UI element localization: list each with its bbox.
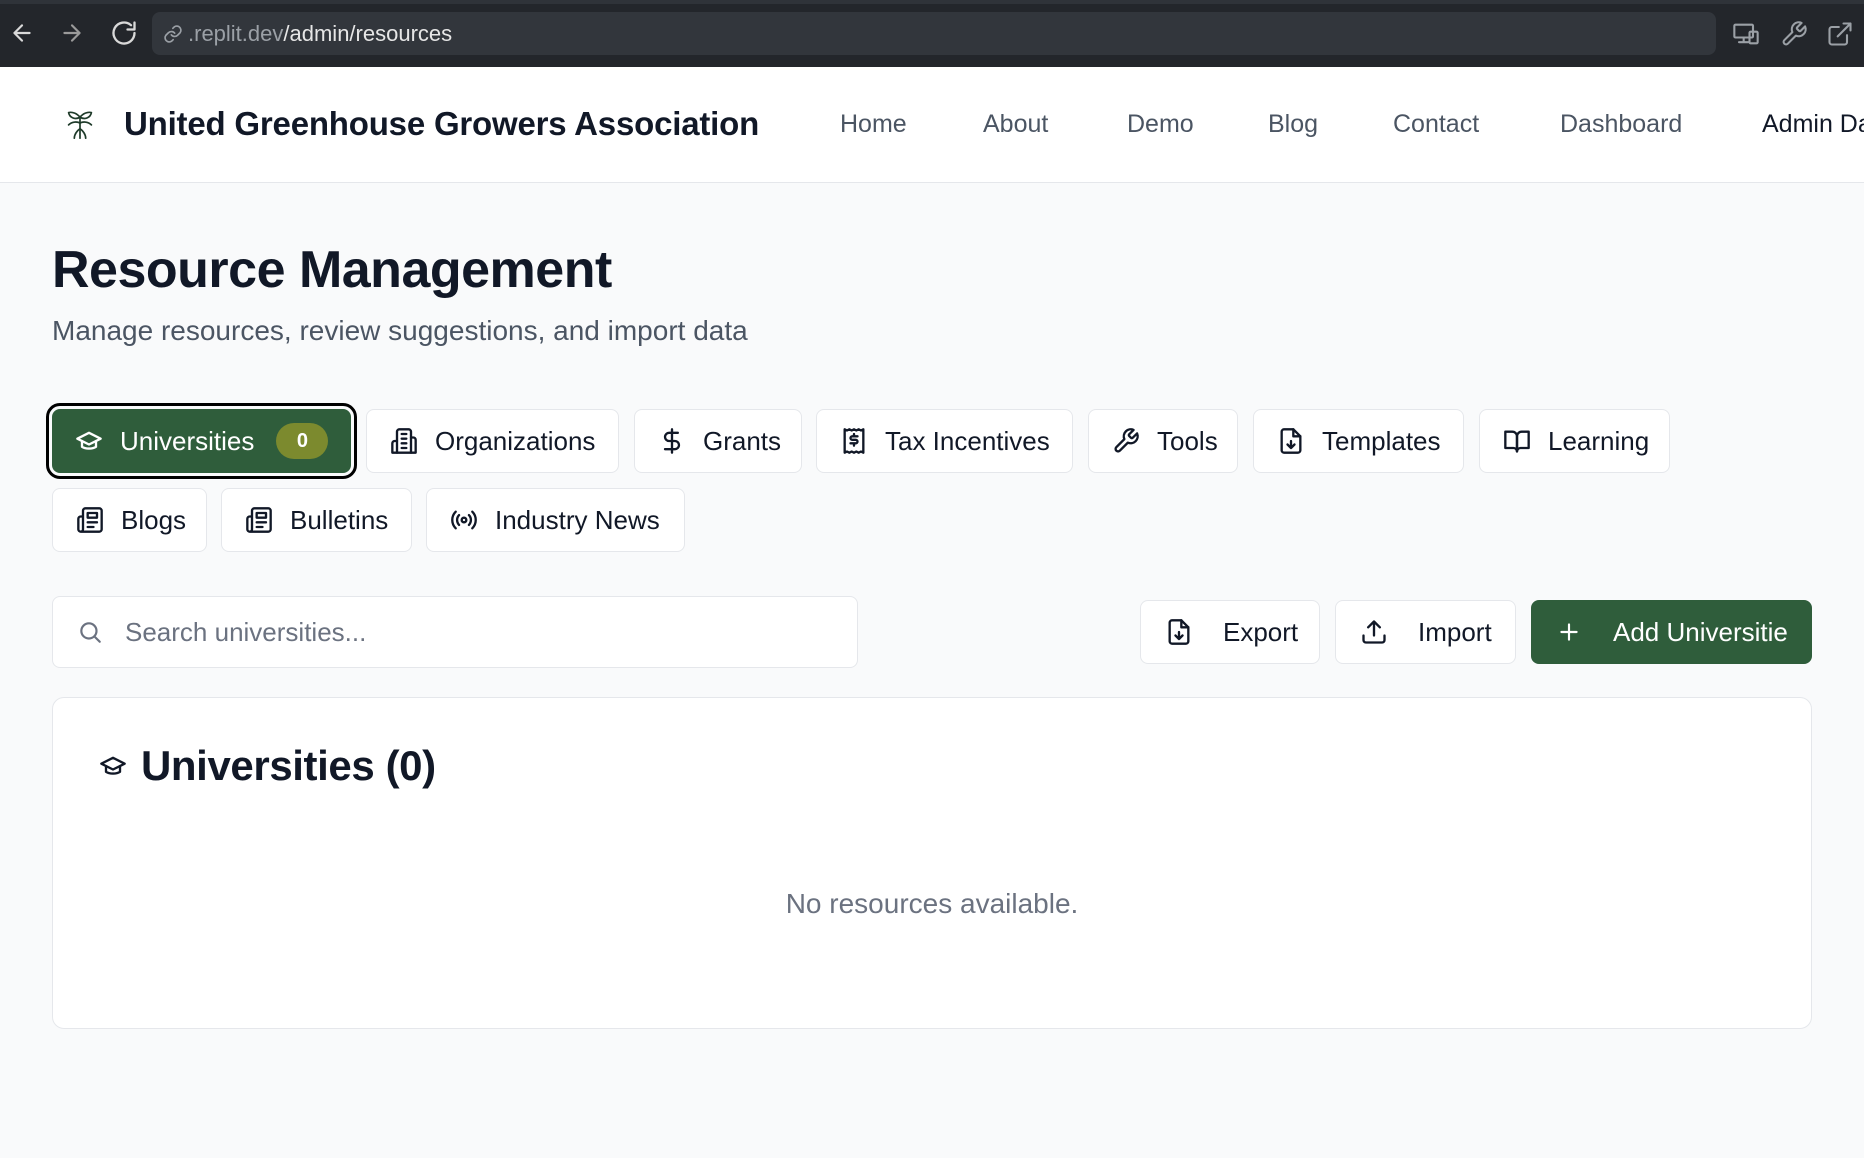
site-brand[interactable]: United Greenhouse Growers Association xyxy=(124,105,759,143)
dollar-icon xyxy=(657,426,687,456)
browser-toolbar: .replit.dev/admin/resources xyxy=(0,0,1864,67)
nav-demo[interactable]: Demo xyxy=(1127,110,1194,139)
tab-learning[interactable]: Learning xyxy=(1479,409,1670,473)
forward-button[interactable] xyxy=(56,17,88,49)
tab-label: Templates xyxy=(1322,425,1441,456)
devices-icon xyxy=(1733,23,1759,45)
empty-state-message: No resources available. xyxy=(785,888,1079,919)
search-icon xyxy=(75,617,105,647)
plus-icon xyxy=(1553,616,1585,648)
file-download-icon xyxy=(1276,426,1306,456)
wrench-icon xyxy=(1782,21,1807,46)
external-link-icon xyxy=(1828,22,1852,46)
import-button[interactable]: Import xyxy=(1335,600,1516,664)
tab-blogs[interactable]: Blogs xyxy=(52,488,207,552)
export-label: Export xyxy=(1223,616,1299,647)
back-button[interactable] xyxy=(6,17,38,49)
tab-label: Tax Incentives xyxy=(885,425,1050,456)
tab-label: Tools xyxy=(1157,425,1218,456)
browser-tab-strip xyxy=(0,0,1864,4)
association-logo[interactable] xyxy=(60,103,100,143)
receipt-icon xyxy=(839,426,869,456)
tab-grants[interactable]: Grants xyxy=(634,409,802,473)
tab-universities[interactable]: Universities 0 xyxy=(46,403,357,479)
url-host: .replit.dev xyxy=(188,20,284,46)
tab-label: Organizations xyxy=(435,425,596,456)
reload-icon xyxy=(112,21,136,45)
plant-logo-icon xyxy=(67,111,93,140)
radio-icon xyxy=(449,505,479,535)
tab-organizations[interactable]: Organizations xyxy=(366,409,619,473)
import-label: Import xyxy=(1418,616,1492,647)
upload-icon xyxy=(1358,616,1390,648)
arrow-left-icon xyxy=(13,24,31,42)
reload-button[interactable] xyxy=(108,17,140,49)
newspaper-icon xyxy=(75,505,105,535)
tab-label: Bulletins xyxy=(290,504,389,535)
tab-tools[interactable]: Tools xyxy=(1088,409,1238,473)
book-open-icon xyxy=(1502,426,1532,456)
add-label: Add Universitie xyxy=(1613,616,1788,647)
page-title: Resource Management xyxy=(52,241,612,299)
search-input[interactable] xyxy=(125,616,825,648)
nav-contact[interactable]: Contact xyxy=(1393,110,1479,139)
nav-home[interactable]: Home xyxy=(840,110,907,139)
tab-industry-news[interactable]: Industry News xyxy=(426,488,685,552)
address-bar[interactable]: .replit.dev/admin/resources xyxy=(152,12,1716,55)
newspaper-icon xyxy=(244,505,274,535)
nav-about[interactable]: About xyxy=(983,110,1048,139)
devtools-button[interactable] xyxy=(1778,18,1810,50)
add-university-button[interactable]: Add Universitie xyxy=(1531,600,1812,664)
open-external-button[interactable] xyxy=(1824,18,1856,50)
resource-list-card: Universities (0) No resources available. xyxy=(52,697,1812,1029)
wrench-icon xyxy=(1111,426,1141,456)
graduation-cap-icon xyxy=(74,426,104,456)
search-field[interactable] xyxy=(52,596,858,668)
building-icon xyxy=(389,426,419,456)
tab-tax-incentives[interactable]: Tax Incentives xyxy=(816,409,1073,473)
list-title: Universities (0) xyxy=(97,742,436,790)
tab-label: Grants xyxy=(703,425,782,456)
file-download-icon xyxy=(1163,616,1195,648)
list-title-text: Universities (0) xyxy=(141,742,436,789)
tab-bulletins[interactable]: Bulletins xyxy=(221,488,412,552)
url-path: /admin/resources xyxy=(283,20,453,46)
tab-label: Learning xyxy=(1548,425,1650,456)
device-toolbar-button[interactable] xyxy=(1730,18,1762,50)
tab-label: Universities xyxy=(120,425,255,456)
site-header: United Greenhouse Growers Association Ho… xyxy=(0,67,1864,183)
link-icon xyxy=(162,23,184,45)
nav-dashboard[interactable]: Dashboard xyxy=(1560,110,1682,139)
graduation-cap-icon xyxy=(97,750,129,782)
arrow-right-icon xyxy=(63,24,81,42)
count-badge: 0 xyxy=(276,423,329,459)
url-text: .replit.dev/admin/resources xyxy=(188,21,452,47)
export-button[interactable]: Export xyxy=(1140,600,1320,664)
page-subtitle: Manage resources, review suggestions, an… xyxy=(52,315,748,346)
tab-templates[interactable]: Templates xyxy=(1253,409,1464,473)
tab-label: Industry News xyxy=(495,504,660,535)
tab-label: Blogs xyxy=(121,504,187,535)
nav-admin-dashboard[interactable]: Admin Da xyxy=(1762,110,1864,139)
nav-blog[interactable]: Blog xyxy=(1268,110,1318,139)
